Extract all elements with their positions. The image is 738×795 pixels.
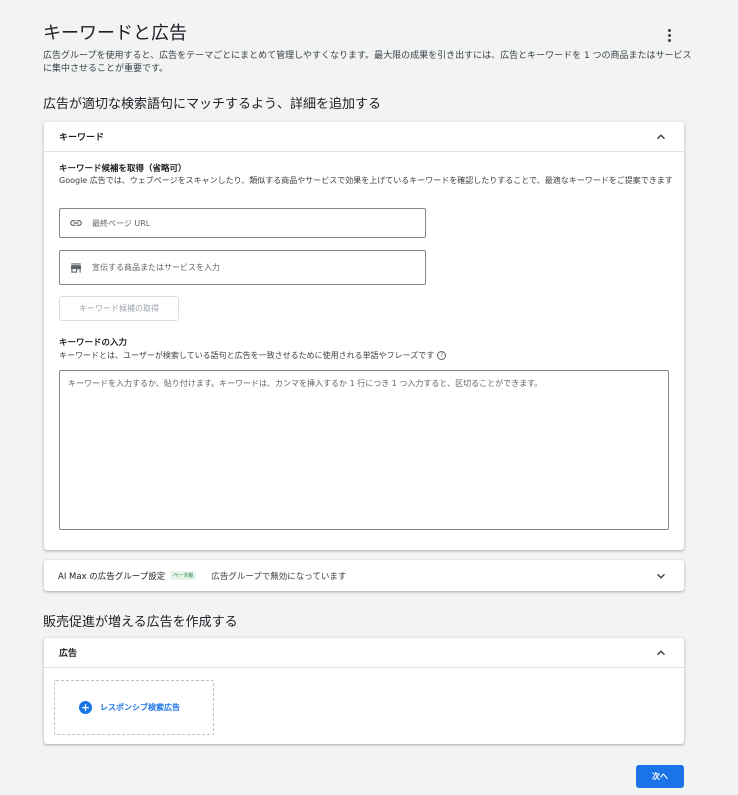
ads-card: 広告 + レスポンシブ検索広告 — [44, 638, 684, 744]
help-icon[interactable]: ? — [437, 351, 447, 360]
product-service-field[interactable]: 宣伝する商品またはサービスを入力 — [59, 250, 426, 285]
ai-max-title: AI Max の広告グループ設定 — [58, 571, 166, 582]
add-circle-icon: + — [79, 701, 92, 714]
final-url-field[interactable]: 最終ページ URL — [59, 208, 426, 238]
section-heading-ads: 販売促進が増える広告を作成する — [43, 615, 238, 630]
keyword-entry-description: キーワードとは、ユーザーが検索している語句と広告を一致させるために使用される単語… — [59, 351, 435, 360]
keyword-entry-title: キーワードの入力 — [59, 338, 128, 348]
page-description: 広告グループを使用すると、広告をテーマごとにまとめて管理しやすくなります。最大限… — [43, 51, 692, 74]
add-responsive-search-ad-button[interactable]: + レスポンシブ検索広告 — [54, 680, 214, 735]
ai-max-settings-row[interactable]: AI Max の広告グループ設定 ベータ版 広告グループで無効になっています — [44, 560, 684, 591]
chevron-up-icon[interactable] — [654, 130, 668, 144]
keyword-entry-description-row: キーワードとは、ユーザーが検索している語句と広告を一致させるために使用される単語… — [59, 350, 674, 362]
more-vert-icon-dot — [667, 33, 671, 37]
ai-max-status: 広告グループで無効になっています — [211, 571, 347, 582]
chevron-up-icon[interactable] — [654, 646, 668, 660]
beta-badge: ベータ版 — [170, 571, 197, 580]
get-keyword-suggestions-button[interactable]: キーワード候補の取得 — [59, 296, 179, 321]
more-vert-icon-dot — [667, 38, 671, 42]
page-title: キーワードと広告 — [43, 23, 187, 44]
more-options-button[interactable] — [661, 27, 677, 43]
keywords-card-title: キーワード — [59, 133, 105, 143]
keywords-textarea[interactable]: キーワードを入力するか、貼り付けます。キーワードは、カンマを挿入するか 1 行に… — [59, 370, 669, 530]
link-icon — [69, 216, 83, 230]
keyword-suggestions-title: キーワード候補を取得（省略可） — [59, 164, 187, 174]
keywords-card-header[interactable]: キーワード — [44, 122, 684, 152]
keyword-suggestions-description: Google 広告では、ウェブページをスキャンしたり、類似する商品やサービスで効… — [59, 176, 673, 185]
more-vert-icon — [667, 28, 671, 32]
product-service-placeholder: 宣伝する商品またはサービスを入力 — [92, 263, 220, 272]
keywords-card: キーワード キーワード候補を取得（省略可） Google 広告では、ウェブページ… — [44, 122, 684, 550]
store-icon — [69, 261, 83, 275]
section-heading-details: 広告が適切な検索語句にマッチするよう、詳細を追加する — [43, 97, 382, 112]
ads-card-header[interactable]: 広告 — [44, 638, 684, 668]
final-url-placeholder: 最終ページ URL — [92, 218, 151, 228]
ads-card-title: 広告 — [59, 649, 78, 659]
add-responsive-search-ad-label: レスポンシブ検索広告 — [100, 703, 180, 712]
next-button[interactable]: 次へ — [636, 765, 684, 788]
chevron-down-icon[interactable] — [654, 569, 668, 583]
